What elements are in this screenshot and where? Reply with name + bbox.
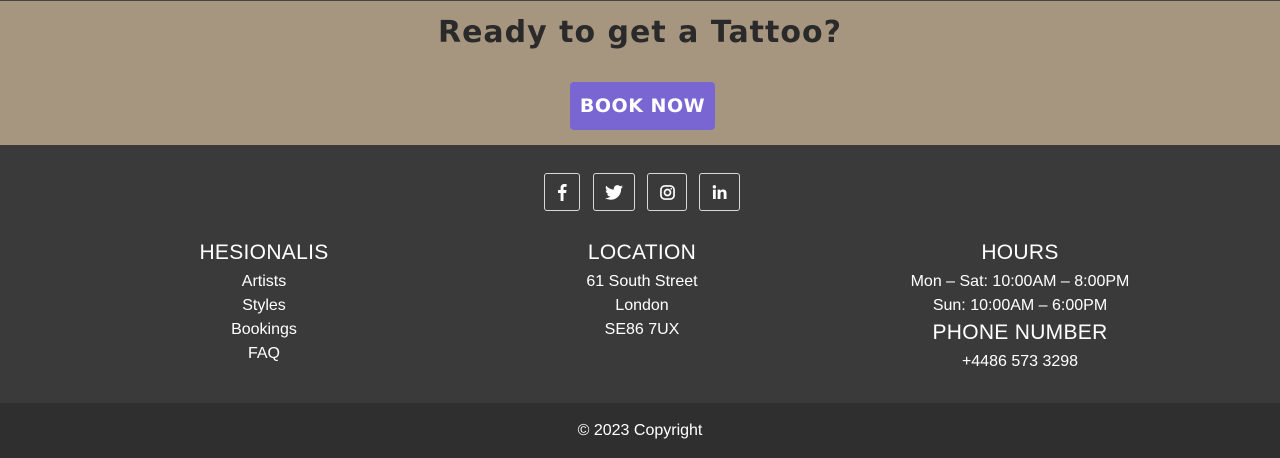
copyright-bar: © 2023 Copyright: [0, 403, 1280, 458]
cta-banner: Ready to get a Tattoo? BOOK NOW: [0, 0, 1280, 145]
hours-title: HOURS: [981, 241, 1059, 264]
phone-number[interactable]: +4486 573 3298: [860, 350, 1180, 374]
twitter-link[interactable]: [593, 173, 635, 211]
hours-weekdays: Mon – Sat: 10:00AM – 8:00PM: [910, 273, 1130, 290]
phone-title: PHONE NUMBER: [932, 321, 1108, 344]
brand-title: HESIONALIS: [199, 241, 329, 264]
instagram-icon: [659, 184, 675, 200]
hours-column: HOURS Mon – Sat: 10:00AM – 8:00PM Sun: 1…: [860, 240, 1180, 374]
footer-link-bookings[interactable]: Bookings: [104, 318, 424, 342]
location-column: LOCATION 61 South Street London SE86 7UX: [482, 240, 802, 342]
site-footer: HESIONALIS Artists Styles Bookings FAQ L…: [0, 145, 1280, 403]
footer-link-faq[interactable]: FAQ: [104, 342, 424, 366]
cta-title: Ready to get a Tattoo?: [437, 15, 842, 50]
linkedin-icon: [712, 185, 727, 199]
twitter-icon: [605, 184, 623, 200]
hours-sunday: Sun: 10:00AM – 6:00PM: [932, 297, 1108, 314]
address-street: 61 South Street: [586, 273, 698, 290]
linkedin-link[interactable]: [699, 173, 740, 211]
copyright-text: © 2023 Copyright: [577, 421, 703, 439]
instagram-link[interactable]: [647, 173, 687, 211]
facebook-link[interactable]: [544, 173, 580, 211]
address-postcode: SE86 7UX: [604, 321, 680, 338]
footer-link-artists[interactable]: Artists: [104, 270, 424, 294]
footer-link-styles[interactable]: Styles: [104, 294, 424, 318]
brand-column: HESIONALIS Artists Styles Bookings FAQ: [104, 240, 424, 366]
book-now-button[interactable]: BOOK NOW: [570, 82, 715, 130]
facebook-icon: [558, 184, 567, 201]
location-title: LOCATION: [587, 241, 697, 264]
address-city: London: [615, 297, 669, 314]
